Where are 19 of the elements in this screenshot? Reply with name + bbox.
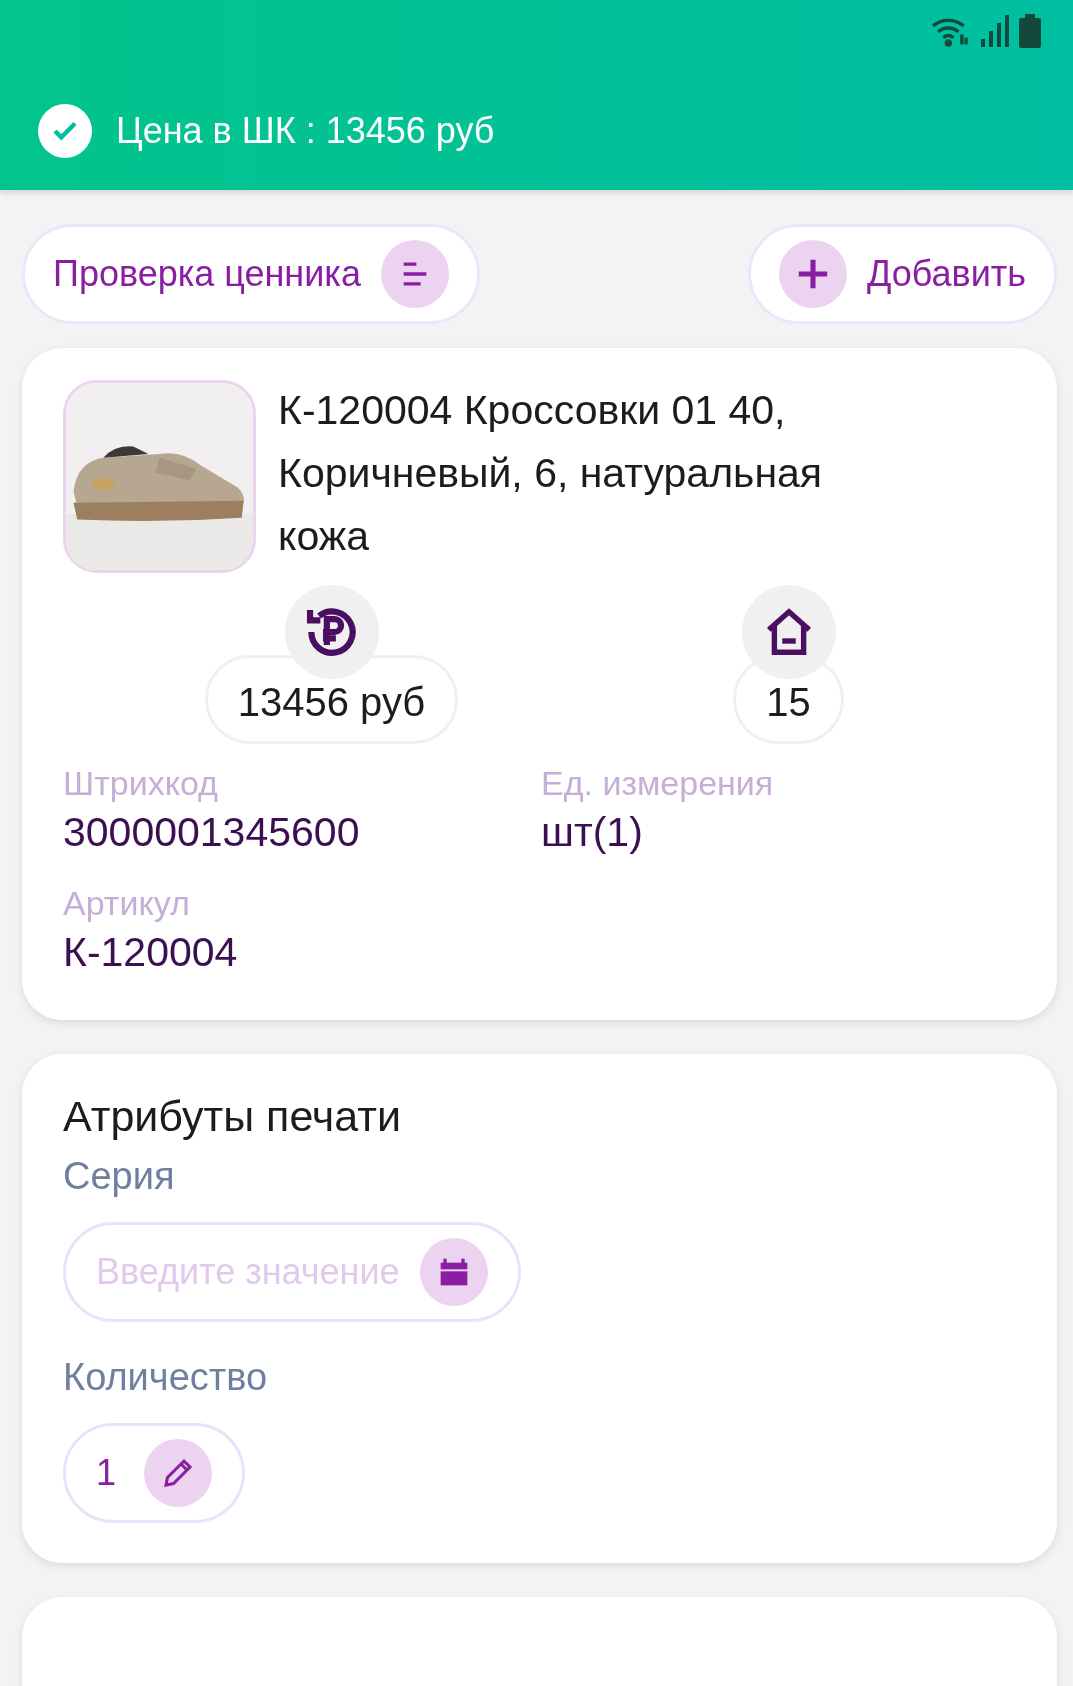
price-value: 13456 руб: [204, 655, 459, 744]
field-label: Артикул: [63, 884, 191, 923]
field-label: Количество: [63, 1356, 269, 1399]
battery-icon: [1019, 14, 1041, 48]
signal-icon: [981, 15, 1009, 47]
field-label: Штрихкод: [63, 764, 219, 803]
add-button[interactable]: Добавить: [747, 224, 1057, 324]
section-title: Атрибуты печати: [63, 1092, 402, 1141]
input-field[interactable]: 1: [63, 1423, 245, 1523]
check-icon: [38, 104, 92, 158]
field-label: Ед. измерения: [541, 764, 775, 803]
field-value: К-120004: [63, 929, 239, 976]
price-check-button[interactable]: Проверка ценника: [22, 224, 480, 324]
notification-message: Цена в ШК : 13456 руб: [116, 110, 495, 152]
field-value: шт(1): [541, 809, 644, 856]
field-value: 3000001345600: [63, 809, 361, 856]
field-label: Серия: [63, 1155, 176, 1198]
text-input[interactable]: 1: [96, 1452, 124, 1494]
product-title: К-120004 Кроссовки 01 40, Коричневый, 6, натуральная кожа: [278, 386, 824, 561]
